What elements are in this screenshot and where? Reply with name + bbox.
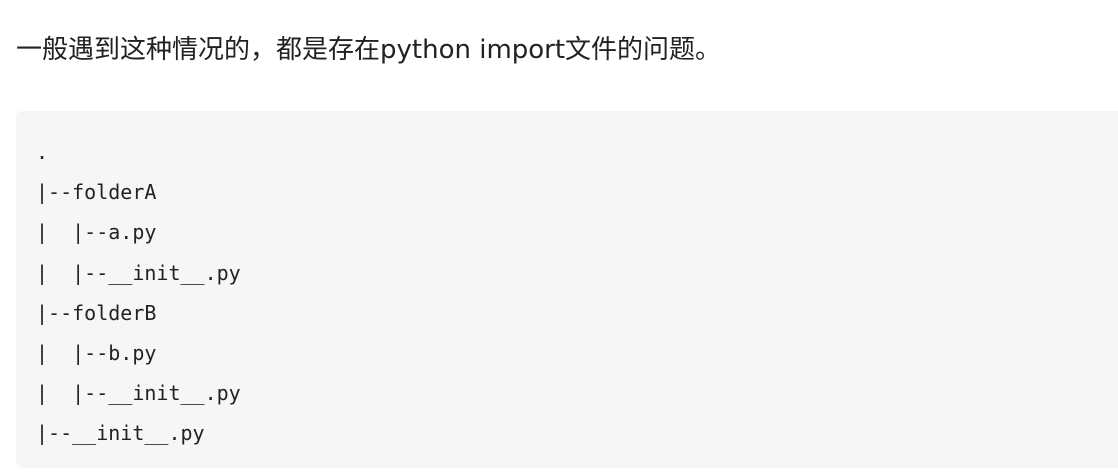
code-block: . |--folderA | |--a.py | |--__init__.py |--f… [16,111,1118,468]
paragraph-text: 一般遇到这种情况的，都是存在python import文件的问题。 [16,35,722,65]
code-line: | |--__init__.py [36,381,241,406]
code-line: |--folderB [36,300,157,325]
code-line: |--__init__.py [36,421,205,446]
code-line: | |--a.py [36,220,157,245]
code-line: | |--__init__.py [36,260,241,285]
code-line: . [36,140,49,164]
code-line: |--folderA [36,180,157,205]
code-line: | |--b.py [36,340,157,365]
